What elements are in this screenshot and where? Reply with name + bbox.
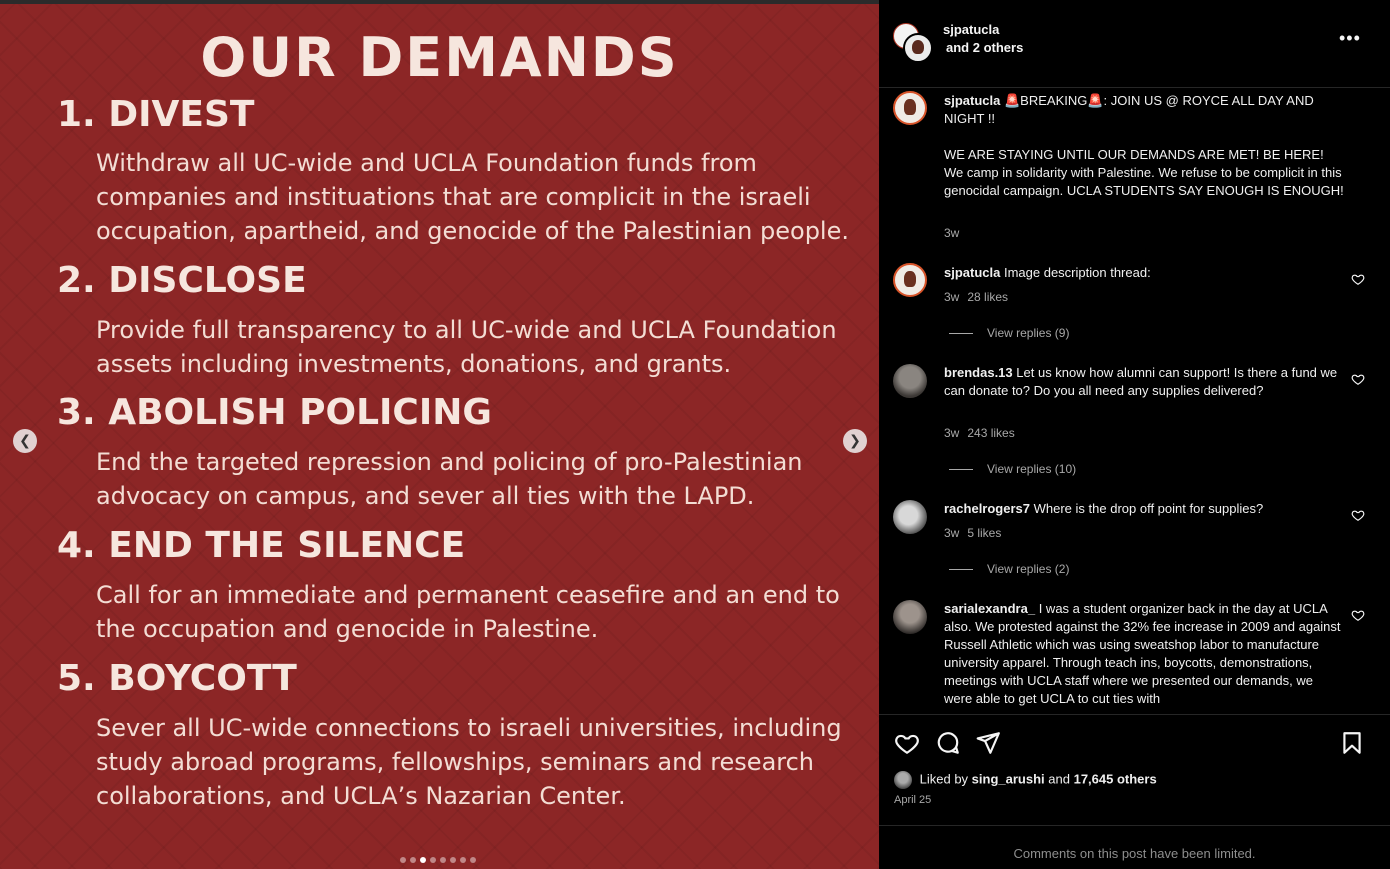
heart-icon[interactable] [1351, 372, 1365, 386]
comment-time: 3w [944, 426, 960, 440]
post-header: sjpatucla and 2 others ••• [879, 0, 1390, 88]
comment-meta: 3w 28 likes [944, 290, 1016, 304]
avatar[interactable] [893, 500, 927, 534]
coauthors-link[interactable]: and 2 others [946, 40, 1023, 55]
view-replies-link[interactable]: View replies (2) [949, 562, 1069, 576]
poster-title: OUR DEMANDS [200, 26, 679, 89]
post-actions: Liked by sing_arushi and 17,645 others A… [879, 714, 1390, 826]
comment-likes[interactable]: 5 likes [967, 526, 1001, 540]
avatar [903, 33, 933, 63]
carousel-dot [440, 857, 446, 863]
post-sidebar: sjpatucla and 2 others ••• sjpatucla 🚨BR… [879, 0, 1390, 869]
view-replies-link[interactable]: View replies (10) [949, 462, 1076, 476]
comment-time: 3w [944, 290, 960, 304]
comment-likes[interactable]: 243 likes [967, 426, 1014, 440]
demand-2-heading: 2. DISCLOSE [57, 260, 307, 301]
liked-by-and: and [1048, 771, 1070, 787]
comment-meta: 3w 243 likes [944, 426, 1023, 440]
instagram-post-viewer: OUR DEMANDS 1. DIVEST Withdraw all UC-wi… [0, 0, 1390, 869]
avatar[interactable] [893, 263, 927, 297]
caption-username[interactable]: sjpatucla [944, 93, 1000, 108]
comment-username[interactable]: brendas.13 [944, 365, 1013, 380]
comment-body: I was a student organizer back in the da… [944, 601, 1341, 706]
avatar[interactable] [893, 364, 927, 398]
author-username[interactable]: sjpatucla [943, 22, 999, 37]
comment-text: sarialexandra_ I was a student organizer… [944, 600, 1344, 708]
comment-body: Where is the drop off point for supplies… [1033, 501, 1264, 516]
comment-username[interactable]: sarialexandra_ [944, 601, 1035, 616]
carousel-dot [430, 857, 436, 863]
demand-2-text: Provide full transparency to all UC-wide… [96, 316, 837, 378]
caption: sjpatucla 🚨BREAKING🚨: JOIN US @ ROYCE AL… [944, 92, 1344, 128]
comment-text: sjpatucla Image description thread: [944, 264, 1344, 282]
demand-5-heading: 5. BOYCOTT [57, 658, 297, 699]
heart-icon[interactable] [1351, 608, 1365, 622]
carousel-dot [450, 857, 456, 863]
comment-icon[interactable] [935, 730, 961, 756]
collab-avatars[interactable] [893, 23, 933, 63]
avatar[interactable] [893, 600, 927, 634]
chevron-left-icon[interactable]: ❮ [13, 429, 37, 453]
carousel-dot [410, 857, 416, 863]
caption-time: 3w [944, 226, 960, 240]
likes-count[interactable]: 17,645 others [1074, 771, 1157, 786]
liked-by-prefix: Liked by [919, 771, 969, 787]
comment-username[interactable]: rachelrogers7 [944, 501, 1030, 516]
post-image: OUR DEMANDS 1. DIVEST Withdraw all UC-wi… [0, 0, 879, 869]
comment-time: 3w [944, 526, 960, 540]
liked-by-user[interactable]: sing_arushi [972, 771, 1045, 786]
comment-body: Image description thread: [1003, 265, 1151, 280]
chevron-right-icon[interactable]: ❯ [843, 429, 867, 453]
demand-1-text: Withdraw all UC-wide and UCLA Foundation… [96, 149, 849, 245]
demand-4-text: Call for an immediate and permanent ceas… [96, 581, 840, 643]
comment-meta: 3w 5 likes [944, 526, 1009, 540]
comments-list[interactable]: sjpatucla 🚨BREAKING🚨: JOIN US @ ROYCE AL… [879, 88, 1390, 713]
demand-5-text: Sever all UC-wide connections to israeli… [96, 714, 842, 810]
comments-limited-notice: Comments on this post have been limited. [1013, 846, 1256, 861]
heart-icon[interactable] [1351, 508, 1365, 522]
comment-text: rachelrogers7 Where is the drop off poin… [944, 500, 1344, 518]
post-date: April 25 [894, 794, 932, 806]
heart-icon[interactable] [894, 730, 920, 756]
demand-4-heading: 4. END THE SILENCE [57, 525, 466, 566]
demand-3-text: End the targeted repression and policing… [96, 448, 803, 510]
carousel-dot [420, 857, 426, 863]
bookmark-icon[interactable] [1339, 730, 1365, 756]
coauthors-text: and 2 others [946, 40, 1024, 55]
send-icon[interactable] [975, 730, 1001, 756]
image-top-strip [0, 0, 879, 4]
more-horizontal-icon[interactable]: ••• [1339, 28, 1361, 49]
heart-icon[interactable] [1351, 272, 1365, 286]
comment-likes[interactable]: 28 likes [967, 290, 1008, 304]
caption-body: WE ARE STAYING UNTIL OUR DEMANDS ARE MET… [944, 147, 1344, 198]
avatar [894, 771, 912, 789]
carousel-dot [400, 857, 406, 863]
view-replies-link[interactable]: View replies (9) [949, 326, 1069, 340]
caption-text-1: 🚨BREAKING🚨: JOIN US @ ROYCE ALL DAY AND … [944, 93, 1314, 126]
carousel-indicator [400, 857, 476, 865]
comment-username[interactable]: sjpatucla [944, 265, 1000, 280]
demand-3-heading: 3. ABOLISH POLICING [57, 392, 492, 433]
demand-1-heading: 1. DIVEST [57, 94, 255, 135]
liked-by: Liked by sing_arushi and 17,645 others [894, 771, 1157, 789]
carousel-dot [460, 857, 466, 863]
avatar[interactable] [893, 91, 927, 125]
carousel-dot [470, 857, 476, 863]
comment-text: brendas.13 Let us know how alumni can su… [944, 364, 1344, 400]
